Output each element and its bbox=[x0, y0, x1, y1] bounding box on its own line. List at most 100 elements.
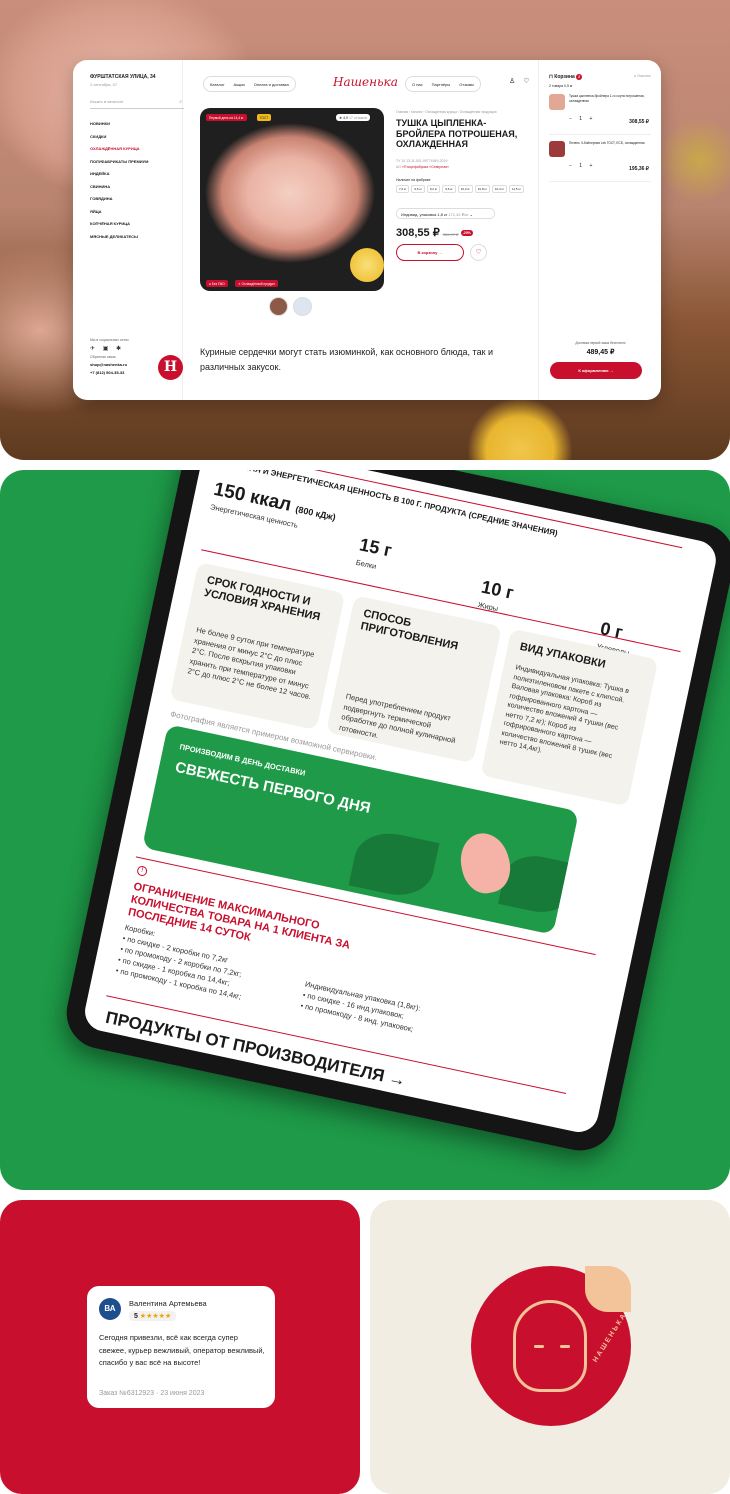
nav-about[interactable]: О нас bbox=[412, 82, 423, 87]
price-per-kg: 171,42 ₽/кг bbox=[448, 212, 469, 217]
category-item-new[interactable]: Новинки bbox=[90, 121, 182, 134]
weight-chip[interactable]: 10,4 кг bbox=[491, 185, 507, 193]
producer-line: АО «Птицефабрика «Северная» bbox=[396, 164, 449, 170]
avatar: ВА bbox=[99, 1298, 121, 1320]
weight-chip[interactable]: 11,5 кг bbox=[508, 185, 524, 193]
old-price: 386,97 ₽ bbox=[442, 232, 459, 237]
weight-chip[interactable]: 9,2 кг bbox=[426, 185, 441, 193]
weight-chip[interactable]: 10,8 кг bbox=[474, 185, 490, 193]
weight-chip[interactable]: 7,6 кг bbox=[396, 185, 410, 193]
category-item-premium[interactable]: Полуфабрикаты премиум bbox=[90, 159, 182, 172]
quantity-stepper[interactable]: − 1 + bbox=[569, 163, 595, 169]
nav-catalog[interactable]: Каталог bbox=[210, 82, 225, 87]
weight-chips: 7,6 кг 9,5 кг 9,2 кг 9,6 кг 10,3 кг 10,8… bbox=[396, 185, 536, 193]
review-date: 23 июня 2023 bbox=[160, 1390, 205, 1397]
category-item-eggs[interactable]: Яйца bbox=[90, 209, 182, 222]
hero-section: Фурштатская улица, 34 2 сентября, 07 Иск… bbox=[0, 0, 730, 460]
delivery-address[interactable]: Фурштатская улица, 34 bbox=[90, 74, 182, 80]
category-item-turkey[interactable]: Индейка bbox=[90, 171, 182, 184]
breadcrumb[interactable]: Главная › Каталог › Охлаждённая курица ›… bbox=[396, 110, 496, 114]
tablet-section: Пищевая и энергетическая ценность в 100 … bbox=[0, 470, 730, 1190]
discount-badge: -20% bbox=[460, 230, 473, 237]
lemon-decoration bbox=[350, 248, 384, 282]
product-price: 308,55 ₽386,97 ₽ -20% bbox=[396, 226, 473, 239]
category-item-chilled-chicken[interactable]: Охлаждённая курица bbox=[90, 146, 182, 159]
leaf-decoration bbox=[498, 849, 578, 919]
review-text: Сегодня привезли, всё как всегда супер с… bbox=[99, 1333, 265, 1367]
weight-chip[interactable]: 9,5 кг bbox=[411, 185, 425, 193]
producer-link[interactable]: «Птицефабрика «Северная» bbox=[402, 165, 449, 169]
limit-individual: Индивидуальная упаковка (1,8кг): по скид… bbox=[299, 978, 501, 1052]
social-icons[interactable]: ✈ ▣ ✱ bbox=[90, 345, 129, 352]
delivery-label: Доставка первой заказ бесплатно bbox=[575, 341, 626, 345]
package-value: Индивид. упаковка 1,8 кг bbox=[401, 212, 448, 217]
user-and-favorites-icons[interactable]: ♙ ♡ bbox=[509, 77, 533, 85]
cart-item: Тушка цыпленка-бройлера 1-го сорта потро… bbox=[549, 94, 651, 135]
warning-icon: ! bbox=[136, 865, 149, 877]
brand-logo-icon[interactable]: Н bbox=[158, 355, 183, 380]
eye-shape bbox=[560, 1345, 570, 1348]
rating-value: ★ 4,9 bbox=[339, 115, 348, 120]
review-card: ВА Валентина Артемьева 5 ★★★★★ Сегодня п… bbox=[87, 1286, 275, 1408]
catalog-search-input[interactable]: Искать в каталоге ⌕ bbox=[90, 99, 184, 109]
category-item-delicatessen[interactable]: Мясные деликатесы bbox=[90, 234, 182, 247]
package-text: Индивидуальная упаковка: Тушка в полиэти… bbox=[498, 664, 630, 760]
basket-icon: ⊓ bbox=[549, 74, 553, 80]
brand-wordmark[interactable]: Нашенька bbox=[333, 75, 398, 89]
contact-email[interactable]: shop@nashenka.ru bbox=[90, 362, 129, 367]
storage-text: Не более 9 суток при температуре хранени… bbox=[186, 625, 316, 702]
nav-payment[interactable]: Оплата и доставка bbox=[254, 82, 289, 87]
current-price: 308,55 ₽ bbox=[396, 227, 440, 239]
photo-thumbnails bbox=[269, 297, 312, 316]
cart-item-name[interactable]: Печень Ч-бойлерная Lek ГОСТ, ЕСБ, охлажд… bbox=[569, 141, 649, 146]
cart-item: Печень Ч-бойлерная Lek ГОСТ, ЕСБ, охлажд… bbox=[549, 141, 651, 182]
chilled-badge: ✦ Охлаждённый продукт bbox=[235, 280, 279, 287]
clear-cart-button[interactable]: ⊘ Очистить bbox=[634, 74, 651, 78]
checkout-button[interactable]: К оформлению → bbox=[550, 362, 642, 379]
nav-sales[interactable]: Акции bbox=[234, 82, 245, 87]
first-day-badge: Первый день на 14,4 кг bbox=[206, 114, 247, 121]
delivery-date: 2 сентября, 07 bbox=[90, 82, 118, 87]
favorite-heart-icon[interactable]: ♡ bbox=[470, 244, 487, 261]
girl-face-icon bbox=[513, 1300, 587, 1392]
storage-card: Срок годности и условия хранения Не боле… bbox=[169, 561, 346, 731]
quantity-stepper[interactable]: − 1 + bbox=[569, 116, 595, 122]
cart-header: ⊓ Корзина 2 ⊘ Очистить bbox=[549, 74, 651, 80]
nav-reviews[interactable]: Отзывы bbox=[459, 82, 474, 87]
product-title: Тушка цыпленка-бройлера потрошеная, охла… bbox=[396, 118, 518, 149]
review-section: ВА Валентина Артемьева 5 ★★★★★ Сегодня п… bbox=[0, 1200, 360, 1494]
weight-chip[interactable]: 10,3 кг bbox=[457, 185, 473, 193]
search-icon[interactable]: ⌕ bbox=[179, 99, 182, 105]
rating-badge[interactable]: ★ 4,9 17 отзывов bbox=[336, 114, 371, 121]
cart-item-image bbox=[549, 141, 565, 157]
cart-panel: ⊓ Корзина 2 ⊘ Очистить 2 товара 0,5 кг Ту… bbox=[538, 60, 661, 400]
product-photo[interactable]: Первый день на 14,4 кг ГОСТ ★ 4,9 17 отз… bbox=[200, 108, 384, 291]
category-item-smoked-chicken[interactable]: Копчёная курица bbox=[90, 221, 182, 234]
protein-label: Белки bbox=[355, 557, 378, 571]
thumbnail-package[interactable] bbox=[293, 297, 312, 316]
package-select[interactable]: Индивид. упаковка 1,8 кг 171,42 ₽/кг ⌄ bbox=[396, 208, 495, 219]
add-to-cart-button[interactable]: В корзину → bbox=[396, 244, 464, 261]
cart-item-price: 308,55 ₽ bbox=[629, 119, 649, 125]
leaf-decoration bbox=[348, 826, 440, 902]
energy-unit: (800 кДж) bbox=[294, 504, 337, 523]
availability-label: Наличие на фабрике: bbox=[396, 178, 432, 182]
contact-phone[interactable]: +7 (812) 504-35-33 bbox=[90, 370, 129, 375]
category-item-beef[interactable]: Говядина bbox=[90, 196, 182, 209]
category-item-sale[interactable]: Скидки bbox=[90, 134, 182, 147]
review-order: Заказ №6312923 bbox=[99, 1390, 155, 1397]
sidebar-footer: Мы в социальных сетях ✈ ▣ ✱ Обратная свя… bbox=[90, 338, 129, 375]
no-gmo-badge: ● Без ГМО bbox=[206, 280, 228, 287]
thumbnail-photo[interactable] bbox=[269, 297, 288, 316]
package-card: Вид упаковки Индивидуальная упаковка: Ту… bbox=[480, 628, 659, 807]
main-nav: Каталог Акции Оплата и доставка bbox=[203, 76, 296, 92]
tablet-screen: Пищевая и энергетическая ценность в 100 … bbox=[81, 470, 720, 1136]
cart-summary: 2 товара 0,5 кг bbox=[549, 84, 573, 88]
category-item-pork[interactable]: Свинина bbox=[90, 184, 182, 197]
cart-item-name[interactable]: Тушка цыпленка-бройлера 1-го сорта потро… bbox=[569, 94, 649, 103]
sticker-peel-corner bbox=[585, 1266, 631, 1312]
product-meta: ТУ 10.13.11-001-99774949-2019 АО «Птицеф… bbox=[396, 158, 449, 170]
weight-chip[interactable]: 9,6 кг bbox=[442, 185, 456, 193]
product-description: Куриные сердечки могут стать изюминкой, … bbox=[200, 347, 494, 372]
nav-partners[interactable]: Партнёры bbox=[432, 82, 451, 87]
